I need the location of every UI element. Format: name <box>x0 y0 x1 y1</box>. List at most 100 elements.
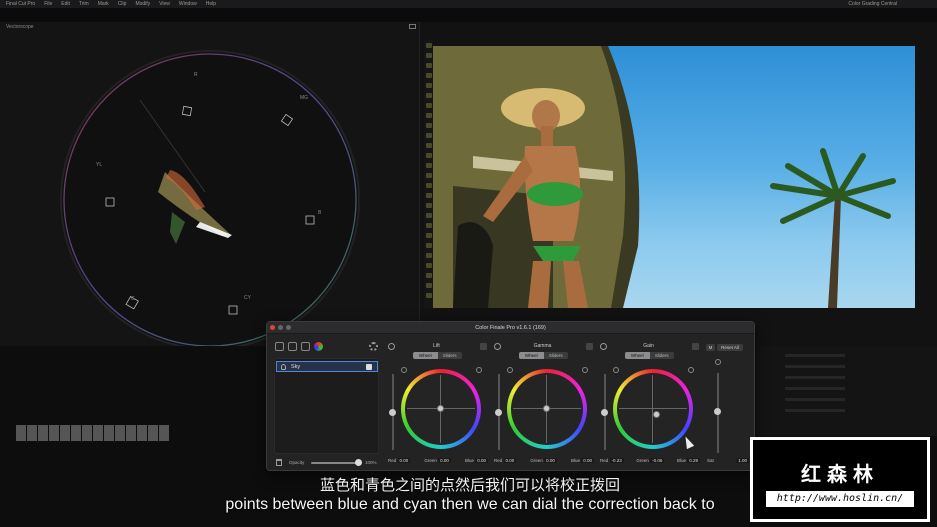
menu-mark[interactable]: Mark <box>98 0 109 8</box>
gamma-wheel-puck[interactable] <box>543 405 550 412</box>
gain-color-wheel[interactable] <box>613 369 693 449</box>
gamma-red-label: Red <box>494 458 503 463</box>
gamma-reset-icon[interactable] <box>494 343 501 350</box>
menubar-right-text: Color Grading Central <box>848 1 897 7</box>
saturation-slider[interactable] <box>714 373 721 453</box>
vectorscope-label-mg: MG <box>300 95 309 101</box>
gain-green-value[interactable]: -0.06 <box>650 458 665 463</box>
lift-blue-label: Blue <box>464 458 474 463</box>
vectorscope-panel: Vectorscope R MG YL B G CY <box>0 22 420 346</box>
saturation-label: Sat <box>707 458 714 463</box>
gamma-blue-value[interactable]: 0.00 <box>581 458 594 463</box>
lift-green-value[interactable]: 0.00 <box>438 458 451 463</box>
color-finale-panel: Color Finale Pro v1.6.1 (169) Sky Opacit… <box>266 321 755 471</box>
gain-eyedropper-icon[interactable] <box>692 343 699 350</box>
opacity-slider-knob[interactable] <box>355 459 362 466</box>
menu-app[interactable]: Final Cut Pro <box>6 0 35 8</box>
timeline-clips[interactable] <box>16 425 192 447</box>
menu-trim[interactable]: Trim <box>79 0 89 8</box>
gamma-luma-reset-icon[interactable] <box>507 367 513 373</box>
gain-wheel-tab[interactable]: Wheel <box>625 352 650 359</box>
lift-luma-slider[interactable] <box>389 374 396 450</box>
gain-color-reset-icon[interactable] <box>688 367 694 373</box>
layer-enabled-checkbox[interactable] <box>366 364 372 370</box>
gamma-luma-slider[interactable] <box>495 374 502 450</box>
saturation-knob[interactable] <box>714 408 721 415</box>
gamma-wheel-tab[interactable]: Wheel <box>519 352 544 359</box>
gear-icon[interactable] <box>369 342 378 351</box>
gain-luma-slider[interactable] <box>601 374 608 450</box>
curves-icon[interactable] <box>288 342 297 351</box>
lift-red-value[interactable]: 0.00 <box>397 458 411 463</box>
lift-luma-reset-icon[interactable] <box>401 367 407 373</box>
menu-window[interactable]: Window <box>179 0 197 8</box>
opacity-value: 100% <box>365 460 377 465</box>
menu-edit[interactable]: Edit <box>61 0 70 8</box>
gamma-mode-toggle: Wheel Sliders <box>519 352 568 359</box>
lightbulb-icon[interactable] <box>281 364 286 370</box>
menu-help[interactable]: Help <box>206 0 216 8</box>
gamma-sliders-tab[interactable]: Sliders <box>543 352 568 359</box>
lift-luma-knob[interactable] <box>389 409 396 416</box>
cube-icon[interactable] <box>301 342 310 351</box>
lift-color-reset-icon[interactable] <box>476 367 482 373</box>
window-controls <box>270 325 291 330</box>
saturation-column: M Reset All Sat 1.00 <box>704 341 750 469</box>
gain-red-label: Red <box>600 458 609 463</box>
m-button[interactable]: M <box>706 344 715 351</box>
gamma-color-wheel[interactable] <box>507 369 587 449</box>
gamma-luma-knob[interactable] <box>495 409 502 416</box>
watermark-url: http://www.hoslin.cn/ <box>766 491 914 507</box>
layer-name: Sky <box>291 364 301 370</box>
menu-modify[interactable]: Modify <box>135 0 150 8</box>
menu-view[interactable]: View <box>159 0 170 8</box>
gain-blue-value[interactable]: 0.29 <box>687 458 700 463</box>
layer-item-sky[interactable]: Sky <box>276 361 378 372</box>
gain-values: Red -0.23 Green -0.06 Blue 0.29 <box>600 458 700 463</box>
gamma-eyedropper-icon[interactable] <box>586 343 593 350</box>
gamma-blue-label: Blue <box>570 458 580 463</box>
gain-reset-icon[interactable] <box>600 343 607 350</box>
minimize-button[interactable] <box>278 325 283 330</box>
saturation-value[interactable]: 1.00 <box>736 458 749 463</box>
gain-sliders-tab[interactable]: Sliders <box>649 352 674 359</box>
gamma-values: Red 0.00 Green 0.00 Blue 0.00 <box>494 458 594 463</box>
gain-red-value[interactable]: -0.23 <box>609 458 624 463</box>
lift-red-label: Red <box>388 458 397 463</box>
zoom-button[interactable] <box>286 325 291 330</box>
lift-sliders-tab[interactable]: Sliders <box>437 352 462 359</box>
saturation-reset-icon[interactable] <box>715 359 721 365</box>
gamma-red-value[interactable]: 0.00 <box>503 458 517 463</box>
panel-title: Color Finale Pro v1.6.1 (169) <box>475 325 546 331</box>
gain-luma-reset-icon[interactable] <box>613 367 619 373</box>
lift-blue-value[interactable]: 0.00 <box>475 458 488 463</box>
menu-clip[interactable]: Clip <box>118 0 127 8</box>
gain-mode-toggle: Wheel Sliders <box>625 352 674 359</box>
lift-wheel-puck[interactable] <box>437 405 444 412</box>
trash-icon[interactable] <box>276 459 282 466</box>
filmstrip-perforations <box>424 40 433 308</box>
color-wheel-icon[interactable] <box>314 342 323 351</box>
menu-file[interactable]: File <box>44 0 52 8</box>
viewer-options-icon[interactable] <box>409 24 416 29</box>
layer-add-icon[interactable] <box>275 342 284 351</box>
reset-all-button[interactable]: Reset All <box>717 344 743 351</box>
tool-icons <box>275 342 323 351</box>
opacity-row: Opacity 100% <box>274 459 379 469</box>
gain-luma-knob[interactable] <box>601 409 608 416</box>
gain-wheel-puck[interactable] <box>653 411 660 418</box>
gamma-green-label: Green <box>530 458 543 463</box>
lift-reset-icon[interactable] <box>388 343 395 350</box>
video-frame-image <box>433 46 896 308</box>
gamma-color-reset-icon[interactable] <box>582 367 588 373</box>
gamma-green-value[interactable]: 0.00 <box>544 458 557 463</box>
lift-color-wheel[interactable] <box>401 369 481 449</box>
gain-wheel-section: Gain Wheel Sliders Red -0.23 Green -0.06… <box>598 341 700 469</box>
subtitle-chinese: 蓝色和青色之间的点然后我们可以将校正拨回 <box>319 476 620 494</box>
panel-titlebar[interactable]: Color Finale Pro v1.6.1 (169) <box>267 322 754 334</box>
lift-eyedropper-icon[interactable] <box>480 343 487 350</box>
lift-wheel-tab[interactable]: Wheel <box>413 352 438 359</box>
close-button[interactable] <box>270 325 275 330</box>
watermark: 红森林 http://www.hoslin.cn/ <box>750 437 930 522</box>
opacity-slider[interactable] <box>311 462 359 464</box>
